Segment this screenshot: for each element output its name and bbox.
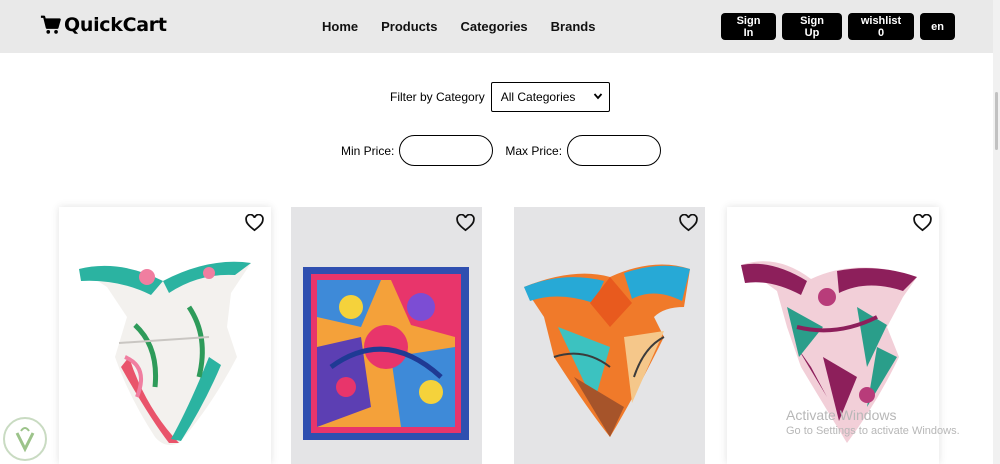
category-filter: Filter by Category All Categories — [390, 82, 610, 112]
nav-brands[interactable]: Brands — [551, 19, 596, 34]
product-card[interactable] — [291, 207, 482, 464]
product-card[interactable] — [514, 207, 705, 464]
category-select-value: All Categories — [500, 90, 576, 104]
min-price-input[interactable] — [399, 135, 494, 166]
sign-in-button[interactable]: Sign In — [721, 13, 776, 40]
category-select[interactable]: All Categories — [490, 82, 610, 112]
product-image-blue-pink-square-scarf — [303, 267, 469, 440]
category-filter-label: Filter by Category — [390, 90, 485, 104]
scrollbar-thumb[interactable] — [995, 92, 998, 150]
nav-products[interactable]: Products — [381, 19, 437, 34]
max-price-label: Max Price: — [505, 143, 563, 158]
main-nav: Home Products Categories Brands — [322, 19, 595, 34]
brand-logo[interactable]: QuickCart — [40, 14, 167, 36]
heart-icon[interactable] — [913, 214, 932, 232]
wishlist-button[interactable]: wishlist 0 — [848, 13, 914, 40]
product-card[interactable] — [59, 207, 271, 464]
top-navbar: QuickCart Home Products Categories Brand… — [0, 0, 993, 53]
heart-icon[interactable] — [679, 214, 698, 232]
nav-home[interactable]: Home — [322, 19, 358, 34]
header-actions: Sign In Sign Up wishlist 0 en — [721, 13, 955, 40]
corner-badge — [3, 417, 47, 461]
language-button[interactable]: en — [920, 13, 955, 40]
page-scrollbar[interactable] — [993, 0, 1000, 464]
activation-watermark: Activate Windows Go to Settings to activ… — [786, 407, 960, 437]
watermark-title: Activate Windows — [786, 407, 897, 423]
min-price-label: Min Price: — [341, 143, 395, 158]
heart-icon[interactable] — [245, 214, 264, 232]
cart-icon — [40, 15, 61, 34]
product-image-orange-teal-scarf — [524, 264, 690, 437]
leaf-icon — [15, 427, 35, 453]
chevron-down-icon — [593, 93, 602, 100]
sign-up-button[interactable]: Sign Up — [782, 13, 842, 40]
heart-icon[interactable] — [456, 214, 475, 232]
watermark-subtitle: Go to Settings to activate Windows. — [786, 425, 960, 437]
max-price-input[interactable] — [567, 135, 662, 166]
nav-categories[interactable]: Categories — [460, 19, 527, 34]
brand-name: QuickCart — [64, 14, 167, 36]
price-filter: Min Price: Max Price: — [341, 135, 662, 166]
product-image-white-floral-scarf — [79, 261, 251, 445]
